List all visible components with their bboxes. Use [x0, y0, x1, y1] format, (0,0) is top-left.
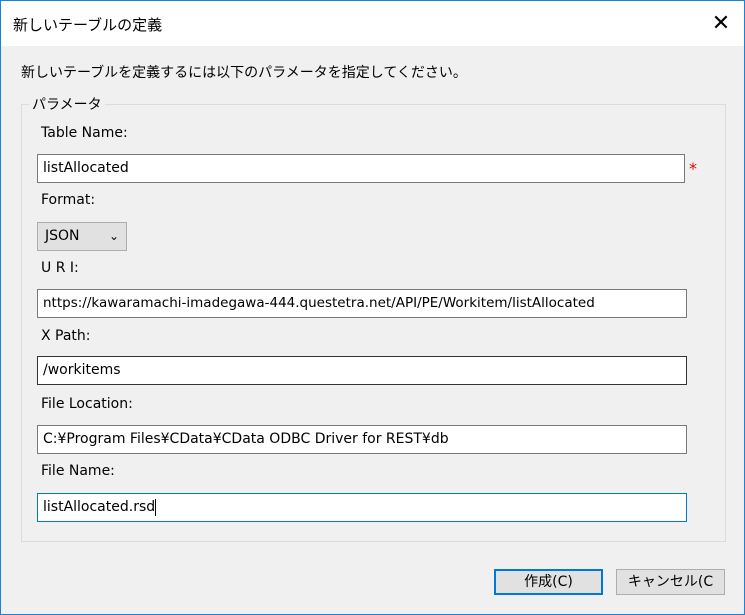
- file-name-input[interactable]: listAllocated.rsd: [37, 493, 687, 522]
- file-location-label: File Location:: [41, 396, 133, 412]
- chevron-down-icon: ⌄: [108, 229, 119, 243]
- create-button[interactable]: 作成(C): [494, 569, 603, 595]
- format-value: JSON: [45, 228, 80, 244]
- uri-input[interactable]: nttps://kawaramachi-imadegawa-444.queste…: [37, 289, 687, 318]
- close-icon[interactable]: ✕: [698, 1, 744, 46]
- xpath-label: X Path:: [41, 328, 91, 344]
- table-name-input[interactable]: listAllocated: [37, 154, 685, 183]
- format-select[interactable]: JSON ⌄: [37, 222, 127, 251]
- file-name-label: File Name:: [41, 463, 115, 479]
- file-name-value: listAllocated.rsd: [43, 499, 156, 515]
- dialog-title: 新しいテーブルの定義: [13, 16, 163, 34]
- uri-label: U R I:: [41, 260, 79, 276]
- xpath-input[interactable]: /workitems: [37, 356, 687, 385]
- dialog-window: 新しいテーブルの定義 ✕ 新しいテーブルを定義するには以下のパラメータを指定して…: [0, 0, 745, 615]
- table-name-label: Table Name:: [41, 125, 128, 141]
- format-label: Format:: [41, 192, 96, 208]
- required-mark: *: [689, 159, 697, 178]
- title-bar: 新しいテーブルの定義 ✕: [1, 1, 744, 46]
- cancel-button[interactable]: キャンセル(C: [616, 569, 725, 595]
- instruction-text: 新しいテーブルを定義するには以下のパラメータを指定してください。: [21, 65, 467, 81]
- file-location-input[interactable]: C:¥Program Files¥CData¥CData ODBC Driver…: [37, 425, 687, 454]
- text-caret: [155, 498, 157, 516]
- group-label: パラメータ: [29, 94, 105, 114]
